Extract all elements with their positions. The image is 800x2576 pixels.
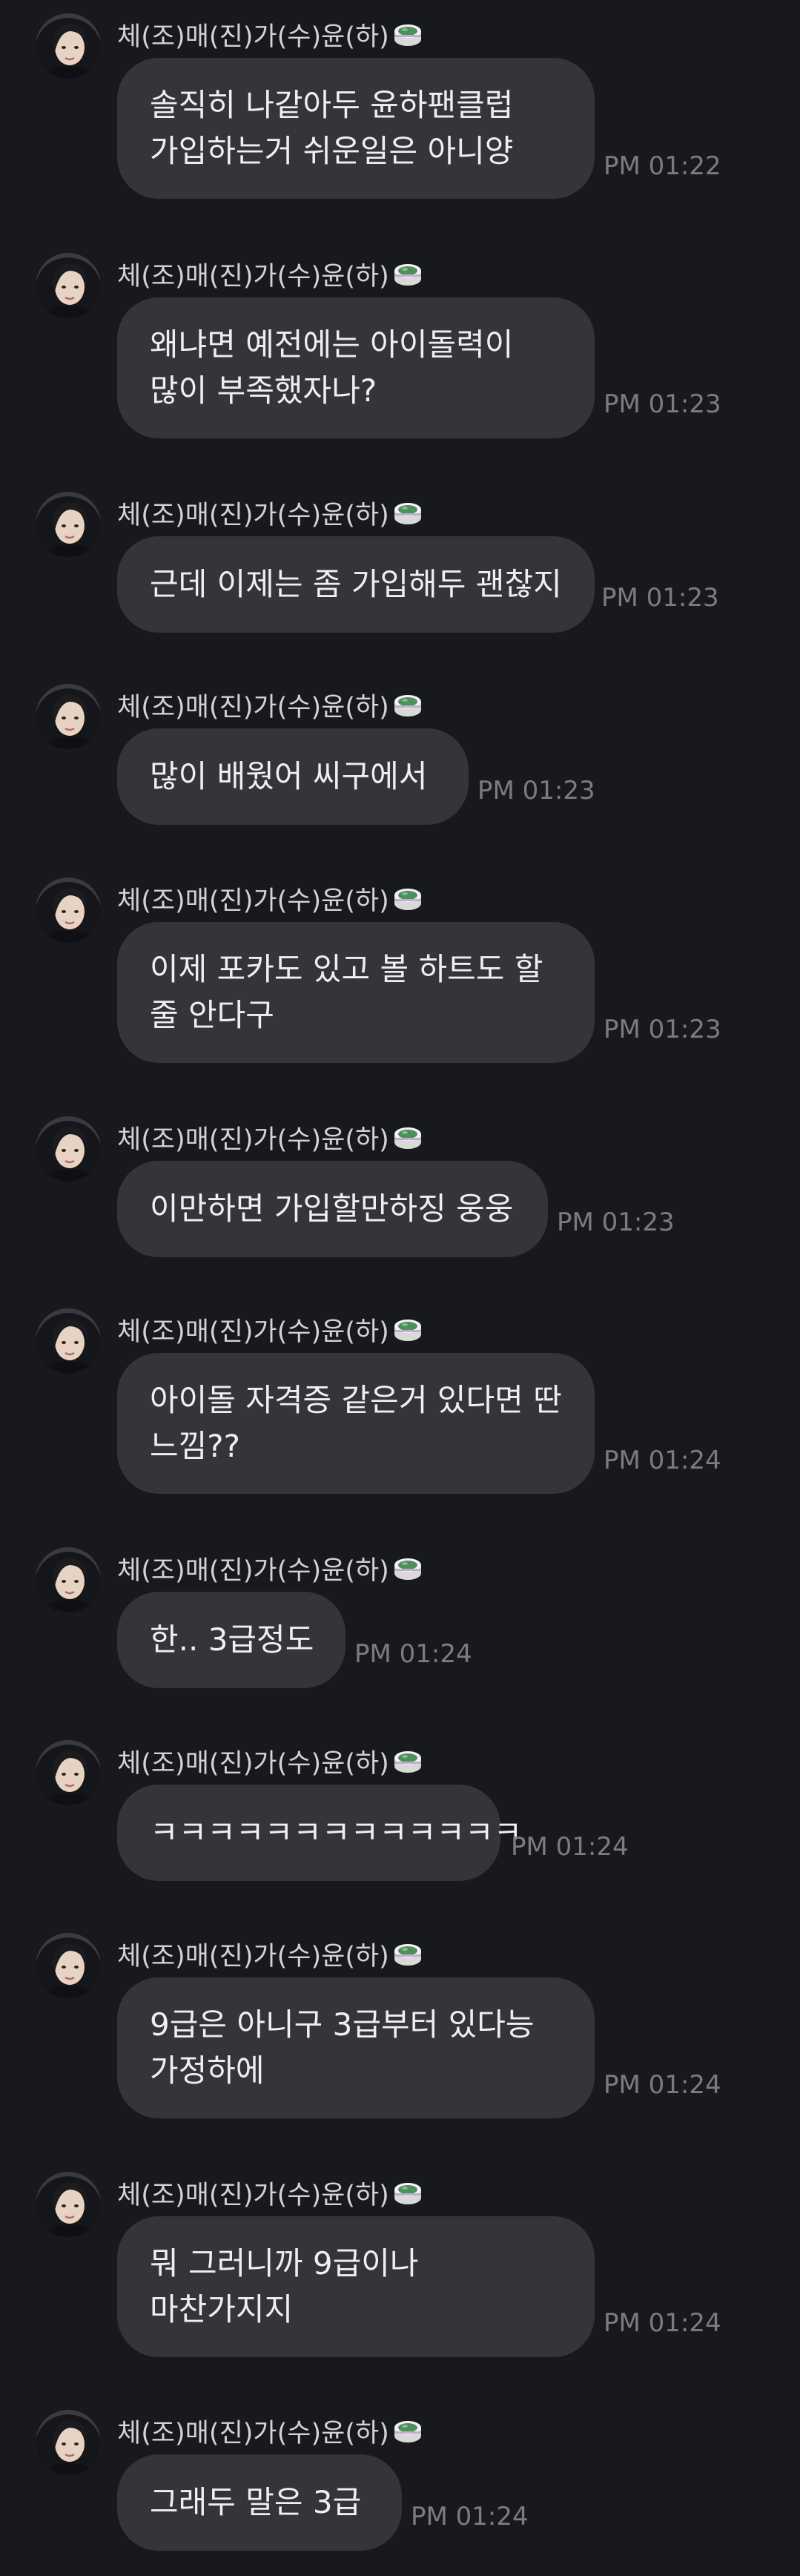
tteok-cake-emoji-icon (392, 258, 423, 289)
sender-name-text: 체(조)매(진)가(수)윤(하) (117, 2180, 389, 2210)
message-timestamp: PM 01:23 (557, 1208, 675, 1237)
message-timestamp: PM 01:24 (604, 2308, 721, 2338)
message-text-line: 근데 이제는 좀 가입해두 괜찮지 (150, 566, 562, 602)
message-text-line: 왜냐면 예전에는 아이돌력이 (150, 326, 514, 363)
sender-name[interactable]: 체(조)매(진)가(수)윤(하) (117, 253, 423, 294)
sender-name[interactable]: 체(조)매(진)가(수)윤(하) (117, 877, 423, 919)
message-timestamp: PM 01:24 (511, 1832, 629, 1862)
message-bubble[interactable]: ㅋㅋㅋㅋㅋㅋㅋㅋㅋㅋㅋㅋㅋ (117, 1785, 522, 1881)
message-text-line: 아이돌 자격증 같은거 있다면 딴 (150, 1382, 562, 1418)
sender-avatar[interactable] (36, 2172, 101, 2237)
sender-avatar[interactable] (36, 13, 101, 79)
sender-avatar[interactable] (36, 1308, 101, 1374)
sender-avatar[interactable] (36, 492, 101, 557)
message-timestamp: PM 01:23 (477, 776, 595, 806)
sender-name-text: 체(조)매(진)가(수)윤(하) (117, 500, 389, 530)
message-text-line: 이만하면 가입할만하징 웅웅 (150, 1190, 514, 1227)
tteok-cake-emoji-icon (392, 1745, 423, 1776)
sender-avatar[interactable] (36, 2410, 101, 2475)
message-text-line: 그래두 말은 3급 (150, 2484, 362, 2520)
message-bubble[interactable]: 그래두 말은 3급 (117, 2454, 402, 2551)
tteok-cake-emoji-icon (392, 1552, 423, 1584)
message-bubble[interactable]: 솔직히 나같아두 윤하팬클럽가입하는거 쉬운일은 아니양 (117, 58, 595, 199)
message-bubble[interactable]: 많이 배웠어 씨구에서 (117, 728, 469, 825)
sender-name[interactable]: 체(조)매(진)가(수)윤(하) (117, 1547, 423, 1589)
sender-name-text: 체(조)매(진)가(수)윤(하) (117, 1317, 389, 1347)
sender-name[interactable]: 체(조)매(진)가(수)윤(하) (117, 2172, 423, 2213)
sender-avatar[interactable] (36, 1116, 101, 1182)
sender-name[interactable]: 체(조)매(진)가(수)윤(하) (117, 1933, 423, 1974)
sender-name-text: 체(조)매(진)가(수)윤(하) (117, 1555, 389, 1586)
sender-avatar[interactable] (36, 684, 101, 749)
message-text-line: 줄 안다구 (150, 997, 274, 1033)
tteok-cake-emoji-icon (392, 1938, 423, 1969)
sender-name[interactable]: 체(조)매(진)가(수)윤(하) (117, 1308, 423, 1350)
message-text-line: 이제 포카도 있고 볼 하트도 할 (150, 951, 543, 987)
message-text-line: 가정하에 (150, 2052, 265, 2089)
message-bubble[interactable]: 뭐 그러니까 9급이나마찬가지지 (117, 2216, 595, 2357)
sender-name-text: 체(조)매(진)가(수)윤(하) (117, 2418, 389, 2448)
message-text-line: 많이 부족했자나? (150, 372, 377, 409)
message-text-line: 뭐 그러니까 9급이나 (150, 2245, 419, 2282)
sender-name[interactable]: 체(조)매(진)가(수)윤(하) (117, 1116, 423, 1158)
sender-avatar[interactable] (36, 1933, 101, 1998)
message-bubble[interactable]: 근데 이제는 좀 가입해두 괜찮지 (117, 536, 595, 633)
message-timestamp: PM 01:23 (601, 583, 719, 613)
tteok-cake-emoji-icon (392, 883, 423, 914)
message-text-line: 느낌?? (150, 1428, 240, 1464)
message-bubble[interactable]: 이제 포카도 있고 볼 하트도 할줄 안다구 (117, 922, 595, 1063)
message-timestamp: PM 01:24 (604, 2070, 721, 2100)
message-text-line: 한.. 3급정도 (150, 1621, 314, 1658)
sender-name[interactable]: 체(조)매(진)가(수)윤(하) (117, 1740, 423, 1782)
sender-name[interactable]: 체(조)매(진)가(수)윤(하) (117, 684, 423, 725)
tteok-cake-emoji-icon (392, 497, 423, 528)
sender-name[interactable]: 체(조)매(진)가(수)윤(하) (117, 13, 423, 55)
message-text-line: ㅋㅋㅋㅋㅋㅋㅋㅋㅋㅋㅋㅋㅋ (150, 1814, 523, 1851)
sender-name-text: 체(조)매(진)가(수)윤(하) (117, 1941, 389, 1971)
message-timestamp: PM 01:24 (411, 2502, 529, 2531)
sender-name-text: 체(조)매(진)가(수)윤(하) (117, 1748, 389, 1779)
tteok-cake-emoji-icon (392, 1121, 423, 1153)
chat-message-list[interactable]: 체(조)매(진)가(수)윤(하) 솔직히 나같아두 윤하팬클럽가입하는거 쉬운일은… (0, 0, 800, 2576)
tteok-cake-emoji-icon (392, 19, 423, 50)
sender-name-text: 체(조)매(진)가(수)윤(하) (117, 886, 389, 916)
sender-name[interactable]: 체(조)매(진)가(수)윤(하) (117, 2410, 423, 2451)
message-bubble[interactable]: 아이돌 자격증 같은거 있다면 딴느낌?? (117, 1353, 595, 1494)
message-text-line: 가입하는거 쉬운일은 아니양 (150, 133, 514, 169)
sender-avatar[interactable] (36, 253, 101, 318)
message-text-line: 9급은 아니구 3급부터 있다능 (150, 2006, 535, 2043)
message-bubble[interactable]: 9급은 아니구 3급부터 있다능가정하에 (117, 1977, 595, 2118)
message-text-line: 마찬가지지 (150, 2291, 294, 2328)
tteok-cake-emoji-icon (392, 2415, 423, 2446)
tteok-cake-emoji-icon (392, 2177, 423, 2208)
message-timestamp: PM 01:24 (354, 1639, 472, 1669)
tteok-cake-emoji-icon (392, 689, 423, 720)
message-text-line: 많이 배웠어 씨구에서 (150, 758, 428, 794)
message-timestamp: PM 01:23 (604, 389, 721, 419)
sender-name-text: 체(조)매(진)가(수)윤(하) (117, 261, 389, 291)
sender-name[interactable]: 체(조)매(진)가(수)윤(하) (117, 492, 423, 533)
sender-avatar[interactable] (36, 1547, 101, 1613)
message-bubble[interactable]: 한.. 3급정도 (117, 1592, 346, 1688)
sender-name-text: 체(조)매(진)가(수)윤(하) (117, 692, 389, 722)
message-bubble[interactable]: 이만하면 가입할만하징 웅웅 (117, 1161, 548, 1257)
message-timestamp: PM 01:24 (604, 1446, 721, 1475)
message-bubble[interactable]: 왜냐면 예전에는 아이돌력이많이 부족했자나? (117, 297, 595, 438)
sender-name-text: 체(조)매(진)가(수)윤(하) (117, 1124, 389, 1155)
sender-avatar[interactable] (36, 877, 101, 943)
sender-name-text: 체(조)매(진)가(수)윤(하) (117, 22, 389, 52)
tteok-cake-emoji-icon (392, 1314, 423, 1345)
message-timestamp: PM 01:22 (604, 151, 721, 181)
message-text-line: 솔직히 나같아두 윤하팬클럽 (150, 87, 514, 123)
sender-avatar[interactable] (36, 1740, 101, 1805)
message-timestamp: PM 01:23 (604, 1015, 721, 1044)
